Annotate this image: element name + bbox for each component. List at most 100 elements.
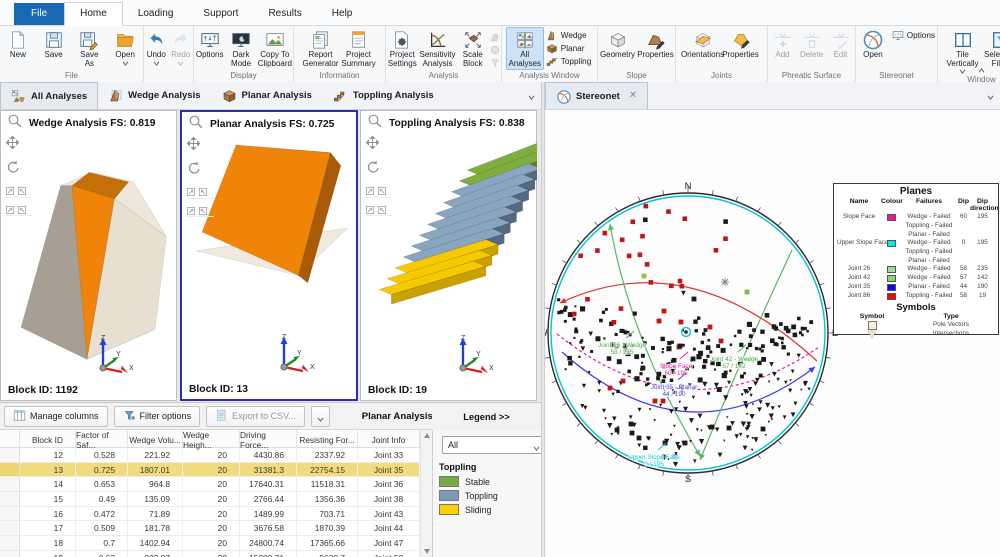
scroll-down-icon[interactable] [424, 549, 430, 554]
zoom-window-icon[interactable] [365, 183, 375, 197]
zoom-window-icon[interactable] [198, 184, 208, 198]
ribbon-button-edit[interactable]: Edit [826, 27, 855, 62]
pan-icon[interactable] [186, 136, 214, 156]
zoom-window-icon[interactable] [365, 202, 375, 216]
ribbon-button-delete[interactable]: Delete [797, 27, 826, 62]
menu-tab-results[interactable]: Results [253, 3, 316, 25]
export-csv-button[interactable]: Export to CSV... [206, 406, 305, 427]
ribbon-tiny-buttons[interactable] [489, 27, 501, 68]
svg-text:Slope Face: Slope Face [660, 363, 693, 370]
table-row-block-15[interactable]: 150.49135.09202766.441356.36Joint 38 [0, 492, 431, 507]
column-header[interactable]: Block ID [20, 430, 76, 450]
ribbon-button-add[interactable]: Add [768, 27, 797, 62]
tab-overflow-chevron-icon[interactable] [987, 87, 994, 105]
ribbon-button-scale-block[interactable]: ScaleBlock [457, 27, 490, 70]
ribbon-collapse-chevron-icon[interactable] [978, 60, 992, 72]
ribbon-button-tile-vertically[interactable]: TileVertically [944, 27, 982, 75]
pan-icon[interactable] [5, 135, 33, 155]
analysis-panel-planar[interactable]: Planar Analysis FS: 0.725 ZYXBlock ID: 1… [180, 110, 358, 401]
table-row-block-13[interactable]: 130.7251807.012031381.322754.15Joint 35 [0, 463, 431, 478]
ribbon-button-copy-to-clipboard[interactable]: Copy ToClipboard [257, 27, 293, 70]
menu-tab-file[interactable]: File [14, 3, 64, 25]
ribbon-button-all-analyses[interactable]: AllAnalyses [506, 27, 544, 70]
table-row-block-16[interactable]: 160.47271.89201489.99703.71Joint 43 [0, 507, 431, 522]
export-dropdown-button[interactable] [311, 406, 330, 427]
pan-icon[interactable] [365, 135, 393, 155]
zoom-window-icon[interactable] [186, 184, 196, 198]
rotate-icon[interactable] [365, 159, 393, 179]
column-header[interactable]: Joint Info [358, 430, 420, 450]
zoom-window-icon[interactable] [377, 202, 387, 216]
ribbon-button-wedge[interactable]: Wedge [544, 29, 594, 42]
doc-tab-all-analyses[interactable]: All Analyses [0, 82, 98, 109]
zoom-window-icon[interactable] [377, 183, 387, 197]
close-icon[interactable]: ✕ [629, 91, 637, 101]
table-row-block-17[interactable]: 170.509181.78203676.581870.39Joint 44 [0, 521, 431, 536]
ribbon-button-redo[interactable]: Redo [169, 27, 194, 67]
ribbon-button-geometry[interactable]: Geometry [599, 27, 637, 62]
ribbon-button-undo[interactable]: Undo [144, 27, 169, 67]
ribbon-button-planar[interactable]: Planar [544, 42, 594, 55]
doc-tab-toppling-analysis[interactable]: Toppling Analysis [323, 82, 445, 109]
plane-color-chip [881, 292, 901, 301]
joint-props-icon [730, 29, 752, 51]
zoom-window-icon[interactable] [5, 202, 15, 216]
ribbon-button-save-as[interactable]: SaveAs [72, 27, 108, 70]
manage-columns-button[interactable]: Manage columns [4, 406, 108, 427]
doc-tab-stereonet[interactable]: Stereonet✕ [545, 82, 648, 109]
table-row-block-14[interactable]: 140.653964.82017640.3111518.31Joint 36 [0, 477, 431, 492]
analysis-panel-toppling[interactable]: Toppling Analysis FS: 0.838 ZYXBlock ID:… [360, 110, 537, 401]
menu-tab-loading[interactable]: Loading [123, 3, 189, 25]
doc-tab-planar-analysis[interactable]: Planar Analysis [212, 82, 323, 109]
table-row-block-12[interactable]: 120.528221.92204430.862337.92Joint 33 [0, 448, 431, 463]
column-header[interactable]: Driving Force... [240, 430, 297, 450]
column-header[interactable]: Factor of Saf... [76, 430, 128, 450]
tab-wedge-icon [108, 88, 123, 103]
rotate-icon[interactable] [5, 159, 33, 179]
zoom-window-icon[interactable] [198, 203, 208, 217]
ribbon-button-label: As [85, 60, 94, 69]
menu-tab-help[interactable]: Help [317, 3, 368, 25]
ribbon-button-new[interactable]: New [0, 27, 36, 62]
analysis-panel-wedge[interactable]: Wedge Analysis FS: 0.819 ZYXBlock ID: 11… [0, 110, 177, 401]
scroll-up-icon[interactable] [424, 433, 430, 438]
ribbon-button-save[interactable]: Save [36, 27, 72, 62]
ribbon-button-project-summary[interactable]: ProjectSummary [340, 27, 378, 70]
ribbon-button-toppling[interactable]: Toppling [544, 55, 594, 68]
legend-filter-select[interactable]: All [442, 436, 546, 454]
tab-overflow-chevron-icon[interactable] [528, 87, 535, 105]
zoom-window-icon[interactable] [17, 183, 27, 197]
ribbon-group-display: OptionsDarkModeCopy ToClipboardDisplay [194, 26, 294, 82]
ribbon-button-open[interactable]: Open [856, 27, 890, 62]
zoom-window-icon[interactable] [186, 203, 196, 217]
chevron-down-icon [122, 60, 129, 65]
zoom-window-icon[interactable] [5, 183, 15, 197]
filter-options-button[interactable]: Filter options [114, 406, 201, 427]
zoom-window-icon[interactable] [17, 202, 27, 216]
ribbon-button-options[interactable]: Options [194, 27, 225, 62]
table-row-block-19[interactable]: 190.63822.972015289.719639.7Joint 52 [0, 551, 431, 557]
column-header[interactable]: Wedge Heigh... [183, 430, 240, 450]
table-row-block-18[interactable]: 180.71402.942024800.7417365.66Joint 47 [0, 536, 431, 551]
ribbon-button-report-generator[interactable]: ReportGenerator [302, 27, 340, 70]
stereonet-legend-box: PlanesNameColourFailuresDipDip direction… [833, 183, 999, 335]
ribbon-button-project-settings[interactable]: ProjectSettings [386, 27, 419, 70]
ribbon-button-dark-mode[interactable]: DarkMode [225, 27, 256, 70]
plane-failure: Toppling - Failed [901, 222, 957, 231]
ribbon-button-orientations[interactable]: Orientations [684, 27, 722, 62]
doc-tab-wedge-analysis[interactable]: Wedge Analysis [98, 82, 211, 109]
filter-options-label: Filter options [140, 411, 192, 421]
ribbon-button-options[interactable]: Options [890, 29, 937, 42]
column-header[interactable]: Wedge Volu... [128, 430, 183, 450]
plane-color-chip [881, 248, 901, 257]
ribbon-button-sensitivity-analysis[interactable]: SensitivityAnalysis [419, 27, 457, 70]
ribbon-button-properties[interactable]: Properties [722, 27, 760, 62]
menu-tab-support[interactable]: Support [188, 3, 253, 25]
table-scrollbar[interactable] [420, 430, 432, 557]
rotate-icon[interactable] [186, 160, 214, 180]
ribbon-button-open[interactable]: Open [107, 27, 143, 67]
table-cell: 0.653 [76, 477, 128, 491]
column-header[interactable]: Resisting For... [297, 430, 358, 450]
menu-tab-home[interactable]: Home [64, 2, 123, 26]
ribbon-button-properties[interactable]: Properties [637, 27, 675, 62]
